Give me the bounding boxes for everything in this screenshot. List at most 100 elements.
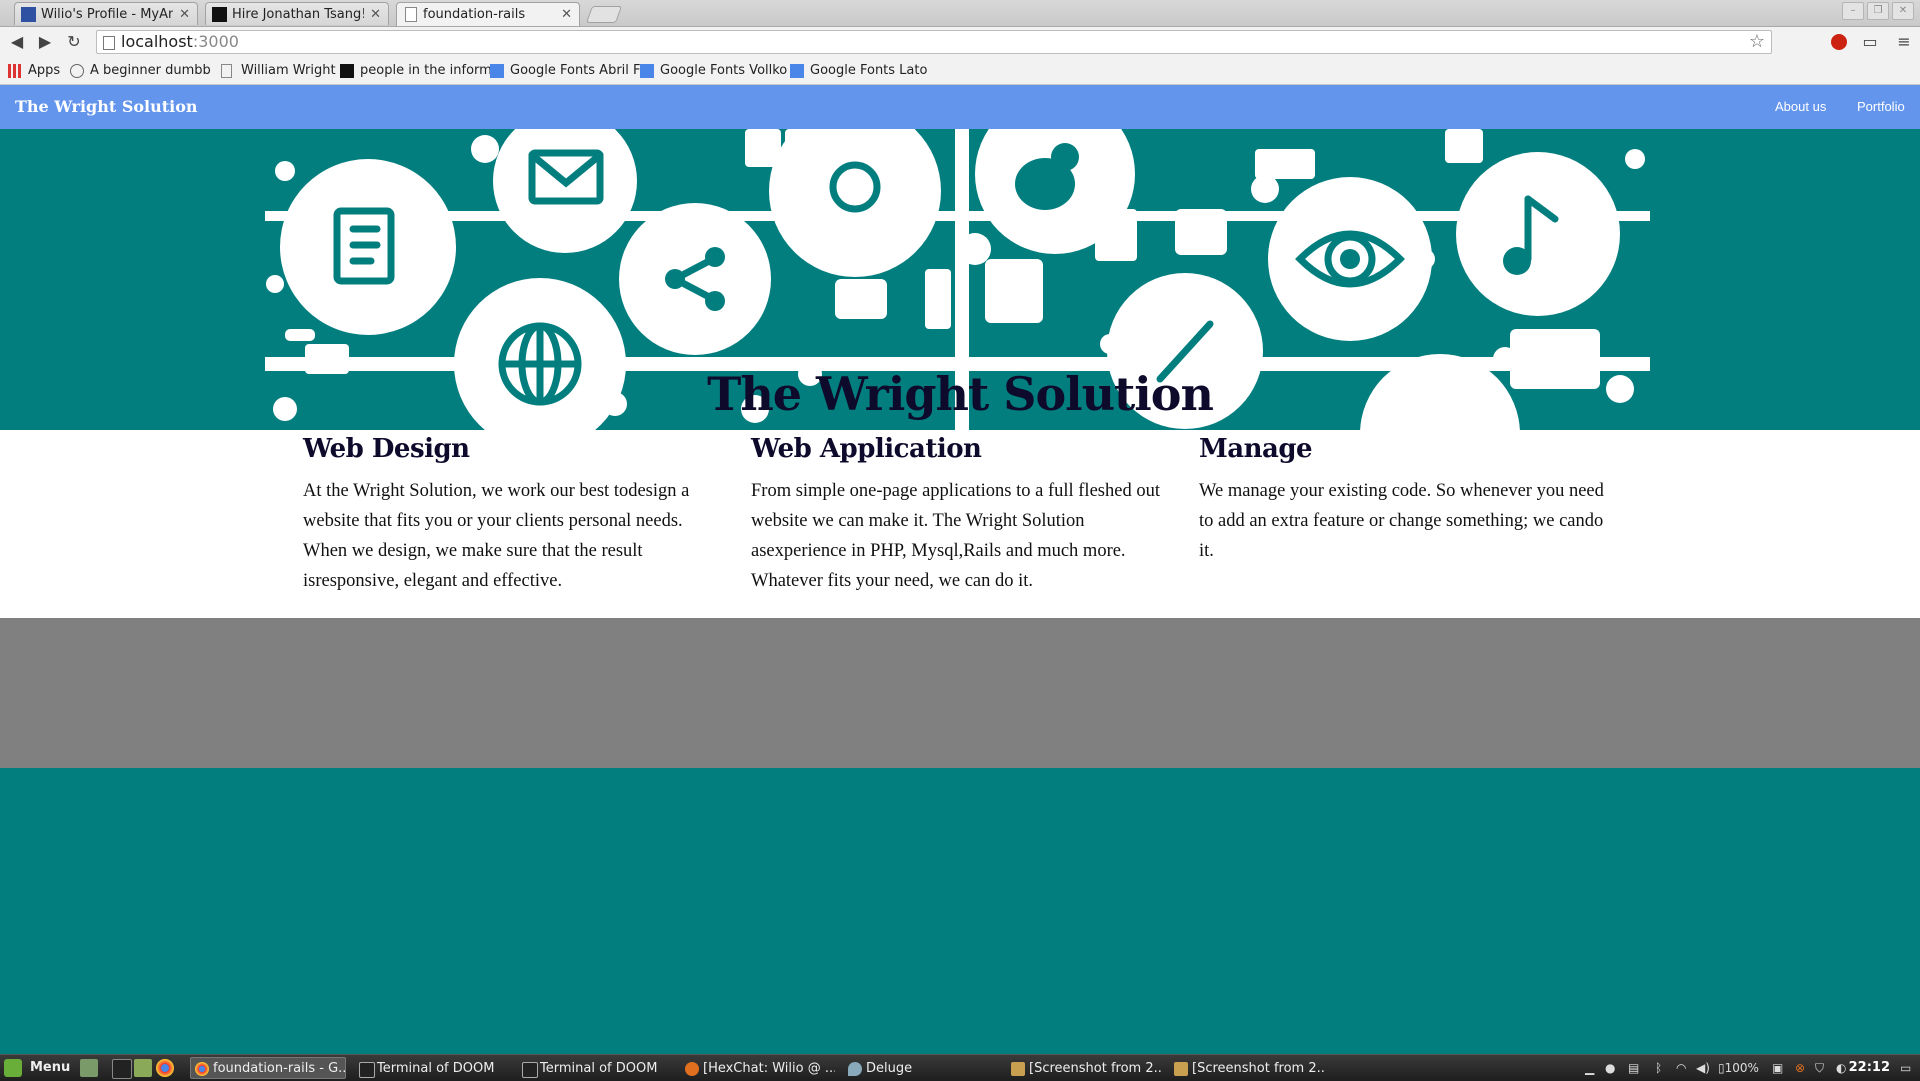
clock[interactable]: 22:12 [1849,1058,1890,1078]
music-note-icon [1503,247,1531,275]
nav-portfolio[interactable]: Portfolio [1857,99,1905,114]
maximize-icon[interactable]: ❐ [1867,2,1889,20]
us-flag-icon[interactable]: ▤ [1628,1058,1639,1078]
site-brand-link[interactable]: The Wright Solution [15,97,198,116]
url-host: localhost [121,32,193,51]
show-desktop-icon[interactable] [80,1059,98,1077]
image-viewer-icon [1011,1062,1025,1076]
user-icon[interactable]: ● [1605,1058,1615,1078]
tab-title: Wilio's Profile - MyAnim [41,7,173,22]
bookmark-label: people in the inform [360,63,492,78]
service-description: At the Wright Solution, we work our best… [303,481,690,591]
tab-myanimelist[interactable]: Wilio's Profile - MyAnim ✕ [14,2,198,25]
task-terminal-2[interactable]: Terminal of DOOM [517,1057,673,1079]
hexchat-icon [685,1062,699,1076]
minimize-icon[interactable]: – [1842,2,1864,20]
share-icon [665,269,685,289]
service-heading: Web Application [751,434,982,464]
music-circle [1456,152,1620,316]
page-icon [221,64,232,78]
task-terminal-1[interactable]: Terminal of DOOM [354,1057,510,1079]
close-tab-icon[interactable]: ✕ [179,3,190,25]
close-tab-icon[interactable]: ✕ [370,3,381,25]
wifi-icon[interactable]: ◠ [1676,1058,1686,1078]
bookmark-label: Google Fonts Lato [810,63,928,78]
menu-icon[interactable]: ≡ [1894,32,1914,52]
google-icon [640,64,654,78]
new-tab-button[interactable] [585,6,623,23]
bookmark-star-icon[interactable]: ☆ [1749,31,1765,53]
address-url[interactable]: localhost:3000 [121,32,239,52]
start-menu-label: Menu [30,1060,71,1075]
bookmark-google-fonts-abril[interactable]: Google Fonts Abril F [490,61,650,81]
close-window-icon[interactable]: ✕ [1892,2,1914,20]
task-deluge[interactable]: Deluge [843,1057,999,1079]
url-port: :3000 [192,32,239,51]
bookmark-label: A beginner dumbb [90,63,211,78]
task-label: foundation-rails - G... [213,1061,346,1076]
task-label: Terminal of DOOM [377,1061,495,1076]
forward-icon[interactable]: ▶ [34,31,56,53]
battery-indicator[interactable]: ▯100% [1718,1058,1759,1078]
deluge-icon [848,1062,862,1076]
bookmark-google-fonts-vollkorn[interactable]: Google Fonts Vollko [640,61,800,81]
task-screenshot-1[interactable]: [Screenshot from 2... [1006,1057,1162,1079]
back-icon[interactable]: ◀ [6,31,28,53]
bookmark-label: Google Fonts Abril F [510,63,641,78]
service-heading: Manage [1199,434,1313,464]
tab-foundation-rails[interactable]: foundation-rails ✕ [396,2,580,26]
task-label: [Screenshot from 2... [1029,1061,1162,1076]
volume-icon[interactable]: ◀) [1696,1058,1710,1078]
page-icon [103,36,115,50]
task-screenshot-2[interactable]: [Screenshot from 2... [1169,1057,1325,1079]
connector-band [265,211,1650,221]
task-label: Terminal of DOOM [540,1061,658,1076]
nav-about-us[interactable]: About us [1775,99,1826,114]
shield-icon[interactable]: ⛉ [1815,1058,1824,1078]
mint-logo-icon [4,1059,22,1077]
bookmark-people[interactable]: people in the inform [340,61,500,81]
bookmark-beginner[interactable]: A beginner dumbb [70,61,228,81]
terminal-icon [522,1062,538,1078]
redshift-icon[interactable]: ◐ [1836,1058,1846,1078]
hexchat-tray-icon[interactable]: ⊗ [1795,1058,1805,1078]
browser-tab-strip: Wilio's Profile - MyAnim ✕ Hire Jonathan… [0,0,1920,27]
bookmark-google-fonts-lato[interactable]: Google Fonts Lato [790,61,950,81]
chrome-launcher-icon[interactable] [156,1059,174,1077]
hero-title: The Wright Solution [707,367,1214,421]
google-icon [490,64,504,78]
desktop-taskbar: Menu foundation-rails - G... Terminal of… [0,1054,1920,1081]
reload-icon[interactable]: ↻ [63,31,85,53]
keyboard-layout-icon[interactable]: ▁ [1585,1058,1594,1078]
chrome-icon [195,1062,209,1076]
notifications-icon[interactable]: ▣ [1772,1058,1783,1078]
grey-band [0,618,1920,768]
service-description: We manage your existing code. So wheneve… [1199,481,1604,561]
tab-hire-jonathan[interactable]: Hire Jonathan Tsang! ✕ [205,2,389,25]
service-description: From simple one-page applications to a f… [751,481,1160,591]
mail-circle [493,129,637,253]
dumbbell-icon [70,64,84,78]
task-label: Deluge [866,1061,913,1076]
site-favicon-icon [340,64,354,78]
task-hexchat[interactable]: [HexChat: Wilio @ ... [680,1057,836,1079]
address-bar[interactable]: localhost:3000 ☆ [96,30,1772,54]
bluetooth-icon[interactable]: ᛒ [1655,1058,1662,1078]
terminal-favicon-icon [212,7,227,22]
adblock-icon[interactable] [1829,32,1849,52]
cast-icon[interactable]: ▭ [1860,32,1880,52]
service-heading: Web Design [303,434,470,464]
start-menu-button[interactable]: Menu [4,1058,70,1078]
tab-title: foundation-rails [423,7,526,22]
terminal-launcher-icon[interactable] [112,1059,132,1079]
task-foundation-rails[interactable]: foundation-rails - G... [190,1057,346,1079]
files-launcher-icon[interactable] [134,1059,152,1077]
bookmarks-bar: Apps A beginner dumbb William Wright peo… [0,58,1920,85]
show-desktop-icon[interactable]: ▭ [1900,1058,1911,1078]
close-tab-icon[interactable]: ✕ [561,3,572,26]
tab-title: Hire Jonathan Tsang! [232,7,364,22]
battery-level: 100% [1724,1061,1759,1075]
page-favicon-icon [405,7,417,22]
share-circle [619,203,771,355]
bookmark-william-wright[interactable]: William Wright [221,61,351,81]
